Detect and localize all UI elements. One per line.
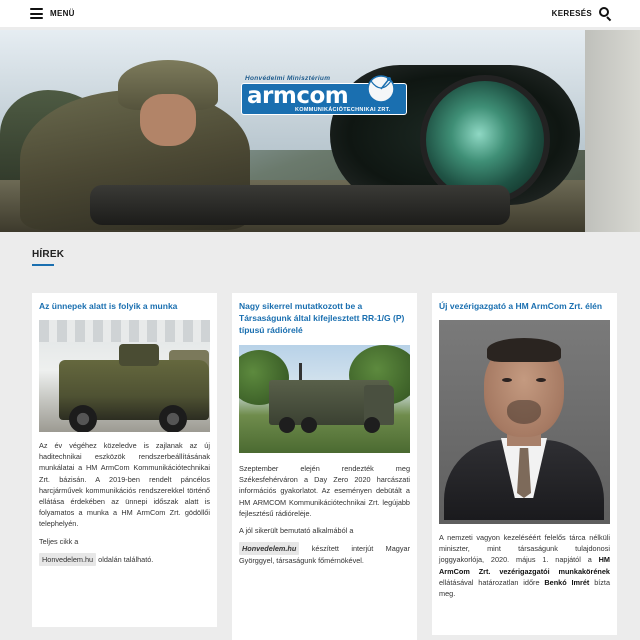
- paragraph: Teljes cikk a: [39, 536, 79, 546]
- link-trailing-text: oldalán található.: [98, 554, 154, 564]
- armored-vehicle-image[interactable]: [39, 320, 210, 432]
- ceo-portrait-image[interactable]: [439, 320, 610, 524]
- bold-text: Benkó Imrét: [544, 577, 590, 587]
- search-label: KERESÉS: [551, 9, 592, 18]
- paragraph: Az év végéhez közeledve is zajlanak az ú…: [39, 441, 210, 529]
- hamburger-menu-icon: [30, 8, 43, 19]
- honvedelem-link[interactable]: Honvedelem.hu: [39, 552, 97, 567]
- news-card: Az ünnepek alatt is folyik a munka Az év…: [32, 293, 217, 627]
- news-card-title-link[interactable]: Az ünnepek alatt is folyik a munka: [39, 300, 211, 312]
- honvedelem-link[interactable]: Honvedelem.hu: [239, 542, 300, 556]
- top-navigation-bar: MENÜ KERESÉS: [0, 0, 640, 27]
- news-card: Új vezérigazgató a HM ArmCom Zrt. élén A…: [432, 293, 617, 635]
- search-icon: [599, 7, 612, 22]
- news-section-title: HÍREK: [32, 249, 65, 260]
- logo-wordmark: armcom: [247, 83, 349, 109]
- armcom-logo[interactable]: Honvédelmi Minisztérium armcom KOMMUNIKÁ…: [241, 75, 407, 117]
- news-card-body: A nemzeti vagyon kezeléséért felelős tár…: [439, 532, 610, 605]
- news-card-title-link[interactable]: Új vezérigazgató a HM ArmCom Zrt. élén: [439, 300, 611, 312]
- paragraph: Honvedelem.hu készített interjút Magyar …: [239, 542, 410, 566]
- news-card-body: Az év végéhez közeledve is zajlanak az ú…: [39, 440, 210, 572]
- news-card-body: Szeptember elején rendezték meg Székesfe…: [239, 463, 410, 573]
- hero-banner-image: Honvédelmi Minisztérium armcom KOMMUNIKÁ…: [0, 30, 640, 232]
- logo-top-text: Honvédelmi Minisztérium: [245, 75, 331, 82]
- menu-button[interactable]: MENÜ: [30, 8, 75, 19]
- paragraph: A jól sikerült bemutató alkalmából a: [239, 526, 354, 536]
- paragraph: Szeptember elején rendezték meg Székesfe…: [239, 464, 410, 518]
- radio-relay-truck-image[interactable]: [239, 345, 410, 453]
- paragraph: A nemzeti vagyon kezeléséért felelős tár…: [439, 533, 611, 599]
- section-title-underline: [32, 264, 54, 266]
- news-card-title-link[interactable]: Nagy sikerrel mutatkozott be a Társaságu…: [239, 300, 411, 336]
- news-card: Nagy sikerrel mutatkozott be a Társaságu…: [232, 293, 417, 640]
- menu-label: MENÜ: [50, 9, 75, 18]
- satellite-dish-icon: [367, 75, 395, 103]
- paragraph: Honvedelem.hu oldalán található.: [39, 552, 210, 567]
- search-button[interactable]: KERESÉS: [551, 7, 612, 22]
